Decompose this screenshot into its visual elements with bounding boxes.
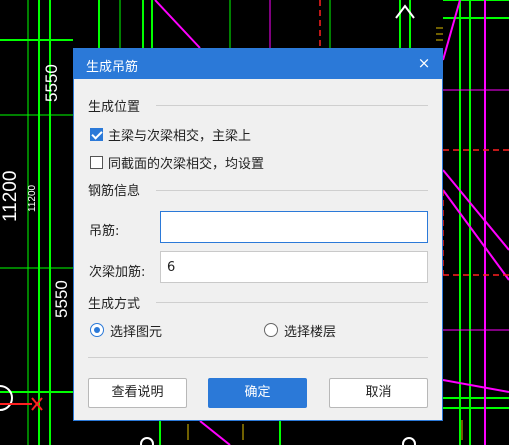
dimension-text-middle-small: 11200 — [27, 184, 38, 212]
select-element-radio[interactable] — [90, 323, 104, 337]
method-section-divider — [156, 302, 428, 303]
option-main-beam[interactable]: 主梁与次梁相交，主梁上 — [90, 125, 252, 144]
method-select-element[interactable]: 选择图元 — [90, 321, 163, 340]
dialog-title: 生成吊筋 — [86, 60, 139, 75]
select-element-label: 选择图元 — [110, 324, 163, 340]
hanger-label: 吊筋: — [89, 224, 120, 239]
select-floor-radio[interactable] — [264, 323, 278, 337]
method-section-title: 生成方式 — [88, 297, 141, 312]
position-section-divider — [156, 105, 428, 106]
main-beam-checkbox[interactable] — [90, 127, 103, 141]
rebar-section-title: 钢筋信息 — [88, 184, 141, 199]
cancel-button[interactable]: 取消 — [329, 378, 428, 408]
close-icon[interactable]: × — [415, 54, 433, 72]
select-floor-label: 选择楼层 — [284, 324, 337, 340]
rebar-section-divider — [156, 190, 428, 191]
dimension-text-bottom: 5550 — [52, 280, 71, 318]
generate-hanger-dialog: 生成吊筋 × 生成位置 主梁与次梁相交，主梁上 同截面的次梁相交，均设置 钢筋信… — [73, 48, 443, 421]
dialog-titlebar[interactable]: 生成吊筋 × — [74, 49, 442, 79]
ok-button[interactable]: 确定 — [208, 378, 307, 408]
same-section-label: 同截面的次梁相交，均设置 — [108, 156, 265, 172]
secondary-rebar-input[interactable] — [160, 251, 428, 283]
same-section-checkbox[interactable] — [90, 155, 103, 169]
option-same-section[interactable]: 同截面的次梁相交，均设置 — [90, 153, 265, 172]
main-beam-label: 主梁与次梁相交，主梁上 — [108, 128, 252, 144]
position-section-title: 生成位置 — [88, 100, 141, 115]
secondary-rebar-label: 次梁加筋: — [89, 265, 146, 280]
hanger-input[interactable] — [160, 211, 428, 243]
method-select-floor[interactable]: 选择楼层 — [264, 321, 337, 340]
view-help-button[interactable]: 查看说明 — [88, 378, 187, 408]
dimension-text-top: 5550 — [42, 64, 61, 102]
button-divider — [88, 357, 428, 358]
dimension-text-middle: 11200 — [0, 170, 21, 222]
